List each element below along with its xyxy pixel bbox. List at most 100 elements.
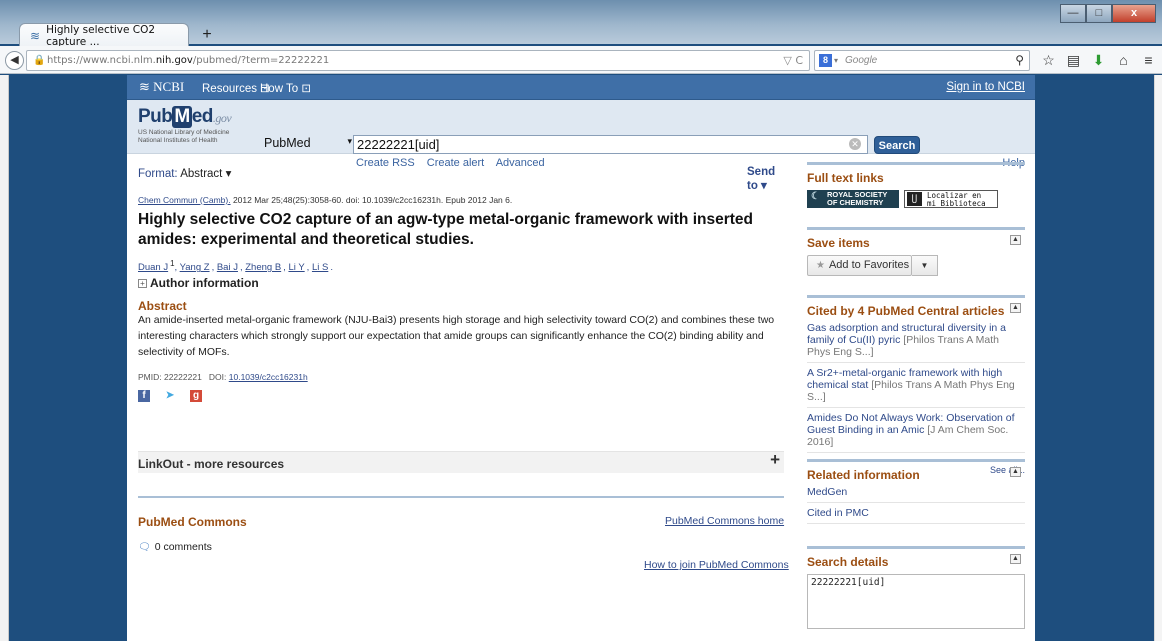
- cited-article-link[interactable]: Amides Do Not Always Work: Observation o…: [807, 408, 1025, 453]
- url-prefix: https://www.ncbi.nlm.: [47, 55, 156, 66]
- browser-search-input[interactable]: 8 ▾ Google ⚲: [814, 50, 1030, 71]
- pubmed-commons-home-link[interactable]: PubMed Commons home: [665, 515, 784, 527]
- google-plus-icon[interactable]: g: [190, 390, 202, 402]
- create-alert-link[interactable]: Create alert: [427, 157, 484, 169]
- plus-icon[interactable]: +: [770, 450, 780, 470]
- full-text-heading: Full text links: [807, 171, 884, 185]
- menu-icon[interactable]: ≡: [1136, 50, 1161, 70]
- reading-list-icon[interactable]: ▤: [1061, 50, 1086, 70]
- search-details-textarea[interactable]: 22222221[uid]: [807, 574, 1025, 629]
- author-link[interactable]: Duan J: [138, 262, 168, 273]
- pmid-line: PMID: 22222221 DOI: 10.1039/c2cc16231h: [138, 372, 308, 382]
- save-items-heading: Save items: [807, 236, 870, 250]
- download-icon[interactable]: ⬇: [1086, 50, 1111, 70]
- cited-by-heading: Cited by 4 PubMed Central articles: [807, 304, 1005, 318]
- reload-icon[interactable]: ▽ C: [783, 51, 803, 70]
- expand-icon: +: [138, 279, 147, 288]
- left-margin: [0, 75, 9, 641]
- back-arrow-icon[interactable]: ◀: [5, 51, 24, 70]
- nih-label: National Institutes of Health: [138, 137, 218, 144]
- clear-icon[interactable]: ✕: [849, 138, 861, 150]
- star-icon: ★: [816, 260, 825, 271]
- home-icon[interactable]: ⌂: [1111, 50, 1136, 70]
- cited-by-section: ▲ Cited by 4 PubMed Central articles Gas…: [807, 295, 1025, 475]
- search-links: Create RSS Create alert Advanced: [356, 157, 554, 169]
- url-domain: nih.gov: [155, 55, 193, 66]
- pubmed-header: Pub Med.gov US National Library of Medici…: [127, 100, 1035, 169]
- author-link[interactable]: Yang Z: [180, 262, 210, 273]
- search-icon[interactable]: ⚲: [1015, 51, 1024, 70]
- article-title: Highly selective CO2 capture of an agw-t…: [138, 211, 753, 248]
- tab-title: Highly selective CO2 capture ...: [46, 23, 156, 48]
- comment-icon: 🗨: [138, 542, 151, 553]
- share-buttons: f ➤ g: [138, 390, 216, 402]
- browser-tab[interactable]: ≋ Highly selective CO2 capture ...: [19, 23, 189, 48]
- chevron-down-icon: ▾: [347, 136, 352, 146]
- new-tab-button[interactable]: +: [194, 25, 220, 45]
- cited-article-link[interactable]: A Sr2+-metal-organic framework with high…: [807, 363, 1025, 408]
- related-info-section: ▲ Related information MedGen Cited in PM…: [807, 459, 1025, 524]
- collapse-icon[interactable]: ▲: [1010, 554, 1021, 564]
- abstract-text: An amide-inserted metal-organic framewor…: [138, 314, 775, 358]
- ncbi-top-bar: ≋ NCBI Resources ⊡ How To ⊡ Sign in to N…: [127, 75, 1035, 100]
- linkout-heading: LinkOut - more resources: [138, 457, 285, 471]
- author-link[interactable]: Bai J: [217, 262, 238, 273]
- howto-menu[interactable]: How To ⊡: [260, 81, 311, 95]
- cited-article-link[interactable]: Gas adsorption and structural diversity …: [807, 318, 1025, 363]
- facebook-icon[interactable]: f: [138, 390, 150, 402]
- maximize-button[interactable]: □: [1086, 4, 1112, 23]
- save-items-section: ▲ Save items ★ Add to Favorites ▼: [807, 227, 1025, 276]
- author-link[interactable]: Li Y: [288, 262, 304, 273]
- author-link[interactable]: Zheng B: [245, 262, 281, 273]
- comments-count[interactable]: 🗨 0 comments: [138, 541, 212, 553]
- pubmed-logo[interactable]: Pub Med.gov US National Library of Medici…: [138, 106, 232, 144]
- pubmed-commons-heading: PubMed Commons: [138, 515, 247, 529]
- window-controls: — □ x: [1060, 4, 1156, 23]
- pubmed-page: ≋ NCBI Resources ⊡ How To ⊡ Sign in to N…: [127, 75, 1035, 641]
- author-list: Duan J 1, Yang Z, Bai J, Zheng B, Li Y, L…: [138, 259, 333, 274]
- search-details-heading: Search details: [807, 555, 889, 569]
- twitter-icon[interactable]: ➤: [164, 390, 176, 402]
- send-to-menu[interactable]: Send to ▾: [747, 166, 789, 192]
- linkout-section[interactable]: LinkOut - more resources +: [138, 450, 784, 473]
- cited-in-pmc-link[interactable]: Cited in PMC: [807, 503, 1025, 524]
- advanced-link[interactable]: Advanced: [496, 157, 545, 169]
- url-bar[interactable]: 🔒 https://www.ncbi.nlm.nih.gov/pubmed/?t…: [26, 50, 810, 71]
- search-button[interactable]: Search: [874, 136, 920, 154]
- library-fulltext-button[interactable]: ⋃ Localizar en mi Biblioteca: [904, 190, 998, 208]
- divider: [138, 496, 784, 498]
- url-path: /pubmed/?term=22222221: [192, 55, 330, 66]
- favorites-dropdown-button[interactable]: ▼: [912, 255, 938, 276]
- collapse-icon[interactable]: ▲: [1010, 235, 1021, 245]
- format-selector[interactable]: Format: Abstract ▾: [138, 166, 231, 180]
- join-commons-link[interactable]: How to join PubMed Commons: [644, 559, 789, 571]
- nlm-label: US National Library of Medicine: [138, 129, 230, 136]
- rsc-logo-icon: ☾: [811, 191, 820, 202]
- database-select[interactable]: PubMed ▾: [264, 136, 352, 154]
- search-details-section: ▲ Search details 22222221[uid]: [807, 546, 1025, 629]
- ncbi-favicon-icon: ≋: [30, 28, 41, 43]
- rsc-fulltext-button[interactable]: ☾ ROYAL SOCIETY OF CHEMISTRY: [807, 190, 899, 208]
- journal-link[interactable]: Chem Commun (Camb).: [138, 195, 231, 205]
- author-link[interactable]: Li S: [312, 262, 328, 273]
- close-window-button[interactable]: x: [1112, 4, 1156, 23]
- browser-titlebar: ≋ Highly selective CO2 capture ... + — □…: [0, 0, 1162, 48]
- browser-toolbar-icons: ☆ ▤ ⬇ ⌂ ≡: [1036, 50, 1161, 70]
- doi-link[interactable]: 10.1039/c2cc16231h: [229, 372, 308, 382]
- bookmark-star-icon[interactable]: ☆: [1036, 50, 1061, 70]
- collapse-icon[interactable]: ▲: [1010, 303, 1021, 313]
- medgen-link[interactable]: MedGen: [807, 482, 1025, 503]
- full-text-links-section: Full text links ☾ ROYAL SOCIETY OF CHEMIS…: [807, 162, 1025, 208]
- add-to-favorites-button[interactable]: ★ Add to Favorites: [807, 255, 912, 276]
- ncbi-logo[interactable]: ≋ NCBI: [139, 79, 184, 95]
- page-scrollbar[interactable]: [1154, 75, 1162, 641]
- minimize-button[interactable]: —: [1060, 4, 1086, 23]
- author-information-toggle[interactable]: + Author information: [138, 276, 259, 290]
- search-input[interactable]: 22222221[uid] ✕: [353, 135, 868, 154]
- library-logo-icon: ⋃: [907, 192, 922, 206]
- search-engine-icon[interactable]: 8: [819, 54, 832, 67]
- collapse-icon[interactable]: ▲: [1010, 467, 1021, 477]
- create-rss-link[interactable]: Create RSS: [356, 157, 415, 169]
- search-engine-name: Google: [845, 55, 878, 66]
- sign-in-link[interactable]: Sign in to NCBI: [946, 81, 1025, 93]
